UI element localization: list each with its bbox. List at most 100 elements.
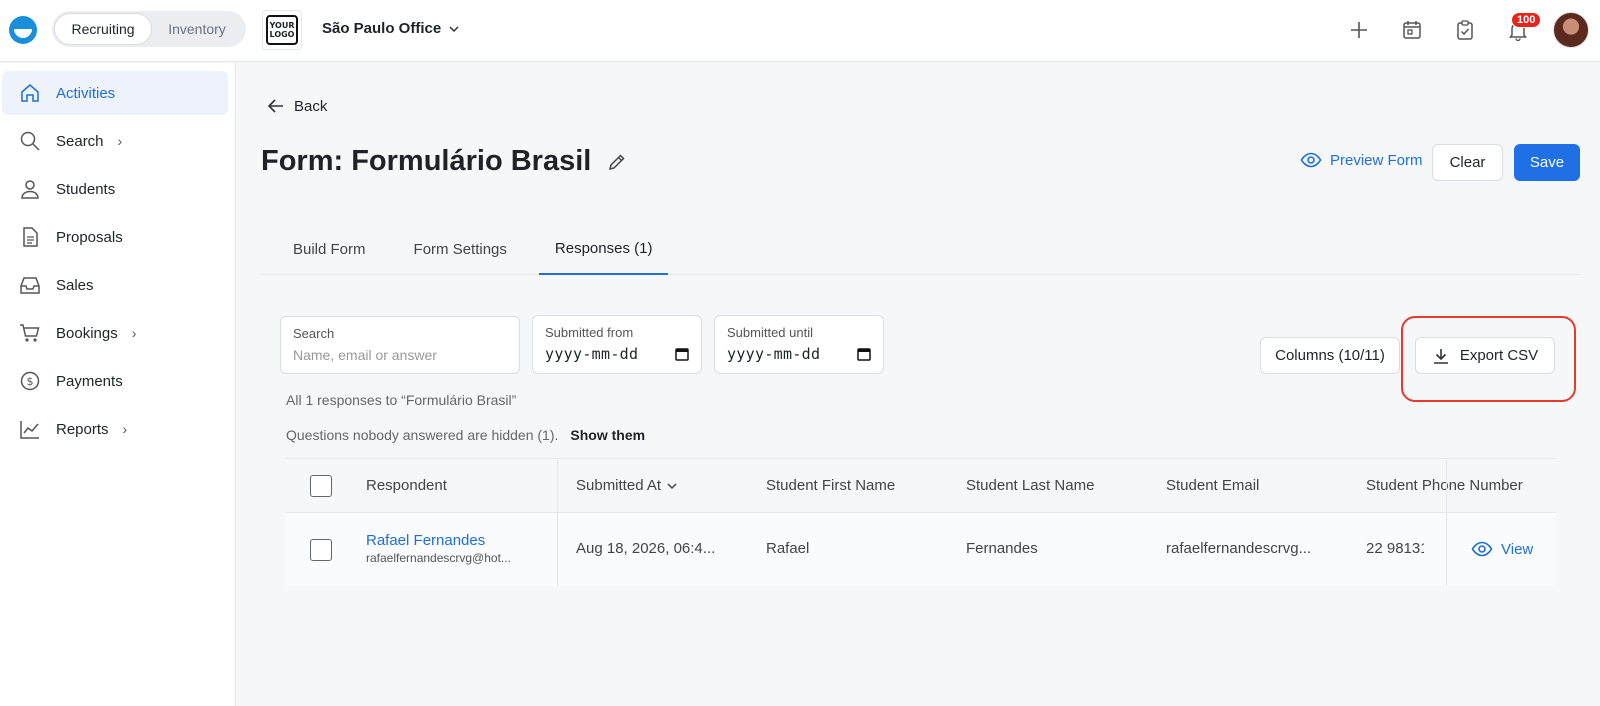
sidebar-item-label: Students bbox=[56, 180, 116, 198]
office-selector[interactable]: São Paulo Office bbox=[322, 20, 461, 37]
column-header-first-name[interactable]: Student First Name bbox=[766, 477, 895, 494]
module-switcher: Recruiting Inventory bbox=[52, 11, 246, 47]
clipboard-check-icon[interactable] bbox=[1454, 19, 1476, 41]
sidebar-item-label: Payments bbox=[56, 372, 123, 390]
pencil-icon[interactable] bbox=[607, 152, 627, 172]
save-button[interactable]: Save bbox=[1514, 144, 1580, 181]
table-row: Rafael Fernandes rafaelfernandescrvg@hot… bbox=[286, 513, 1556, 586]
view-label: View bbox=[1501, 540, 1534, 558]
column-header-respondent[interactable]: Respondent bbox=[366, 477, 447, 494]
submitted-until-value: yyyy-mm-dd bbox=[727, 345, 821, 363]
chevron-down-icon bbox=[449, 25, 459, 32]
columns-button[interactable]: Columns (10/11) bbox=[1260, 337, 1400, 374]
chevron-right-icon: › bbox=[131, 325, 137, 341]
search-input[interactable]: Name, email or answer bbox=[293, 347, 507, 363]
tab-responses[interactable]: Responses (1) bbox=[538, 223, 669, 275]
submitted-until-field[interactable]: Submitted until yyyy-mm-dd bbox=[714, 315, 884, 374]
tab-build-form[interactable]: Build Form bbox=[261, 223, 398, 275]
search-field[interactable]: Search Name, email or answer bbox=[280, 316, 520, 374]
back-label: Back bbox=[294, 97, 328, 115]
eye-icon bbox=[1471, 541, 1493, 557]
office-name: São Paulo Office bbox=[322, 20, 442, 37]
hidden-questions-text: Questions nobody answered are hidden (1)… bbox=[286, 427, 559, 443]
plus-icon[interactable] bbox=[1348, 19, 1370, 41]
main-content: Back Form: Formulário Brasil Preview For… bbox=[237, 63, 1600, 706]
column-header-last-name[interactable]: Student Last Name bbox=[966, 477, 1094, 494]
sidebar-item-label: Search bbox=[56, 132, 104, 150]
chevron-right-icon: › bbox=[122, 421, 128, 437]
row-checkbox[interactable] bbox=[310, 539, 332, 561]
submitted-from-input[interactable]: yyyy-mm-dd bbox=[545, 345, 689, 363]
clear-button[interactable]: Clear bbox=[1432, 144, 1503, 181]
chevron-right-icon: › bbox=[117, 133, 123, 149]
respondent-email: rafaelfernandescrvg@hot... bbox=[366, 551, 511, 565]
responses-table: Respondent Submitted At Student First Na… bbox=[286, 458, 1556, 586]
first-name-value: Rafael bbox=[766, 540, 810, 557]
search-icon bbox=[18, 129, 42, 153]
notification-badge: 100 bbox=[1511, 12, 1542, 28]
home-icon bbox=[18, 81, 42, 105]
respondent-name-link[interactable]: Rafael Fernandes bbox=[366, 532, 485, 549]
sidebar-item-payments[interactable]: $ Payments bbox=[2, 359, 228, 403]
top-bar: Recruiting Inventory YOUR LOGO São Paulo… bbox=[0, 0, 1600, 62]
calendar-icon[interactable] bbox=[1401, 19, 1423, 41]
company-logo: YOUR LOGO bbox=[262, 10, 302, 50]
column-header-submitted-at[interactable]: Submitted At bbox=[576, 477, 679, 494]
column-divider bbox=[557, 458, 558, 586]
tab-form-settings[interactable]: Form Settings bbox=[398, 223, 523, 275]
submitted-from-field[interactable]: Submitted from yyyy-mm-dd bbox=[532, 315, 702, 374]
sidebar-item-search[interactable]: Search › bbox=[2, 119, 228, 163]
sidebar-item-proposals[interactable]: Proposals bbox=[2, 215, 228, 259]
document-icon bbox=[18, 225, 42, 249]
sidebar-item-reports[interactable]: Reports › bbox=[2, 407, 228, 451]
page-title: Form: Formulário Brasil bbox=[261, 145, 592, 177]
show-them-link[interactable]: Show them bbox=[570, 427, 645, 443]
page-title-row: Form: Formulário Brasil bbox=[261, 145, 627, 178]
column-header-label: Submitted At bbox=[576, 477, 662, 494]
column-header-email[interactable]: Student Email bbox=[1166, 477, 1259, 494]
arrow-left-icon bbox=[267, 99, 283, 113]
submitted-until-label: Submitted until bbox=[727, 325, 813, 340]
submitted-until-input[interactable]: yyyy-mm-dd bbox=[727, 345, 871, 363]
view-response-link[interactable]: View bbox=[1471, 538, 1533, 560]
hidden-questions-note: Questions nobody answered are hidden (1)… bbox=[286, 427, 645, 443]
sidebar-item-label: Activities bbox=[56, 84, 116, 102]
email-value: rafaelfernandescrvg... bbox=[1166, 540, 1312, 557]
sidebar-item-label: Bookings bbox=[56, 324, 118, 342]
company-logo-text: YOUR LOGO bbox=[266, 15, 298, 45]
preview-form-label: Preview Form bbox=[1330, 151, 1423, 169]
search-label: Search bbox=[293, 326, 335, 341]
calendar-icon[interactable] bbox=[675, 347, 689, 361]
sidebar-item-bookings[interactable]: Bookings › bbox=[2, 311, 228, 355]
sidebar-item-label: Reports bbox=[56, 420, 109, 438]
brand-logo[interactable] bbox=[9, 16, 37, 44]
sidebar-item-sales[interactable]: Sales bbox=[2, 263, 228, 307]
sidebar-item-students[interactable]: Students bbox=[2, 167, 228, 211]
highlight-annotation bbox=[1401, 316, 1576, 402]
sidebar: Activities Search › Students Proposals S… bbox=[0, 63, 236, 706]
svg-text:$: $ bbox=[27, 375, 34, 388]
calendar-icon[interactable] bbox=[857, 347, 871, 361]
segment-inventory[interactable]: Inventory bbox=[152, 13, 242, 45]
eye-icon bbox=[1300, 152, 1322, 168]
cart-icon bbox=[18, 321, 42, 345]
select-all-checkbox[interactable] bbox=[310, 475, 332, 497]
actions-column bbox=[1446, 458, 1556, 586]
phone-value: 22 98131 bbox=[1366, 540, 1424, 557]
segment-recruiting[interactable]: Recruiting bbox=[54, 13, 152, 45]
dollar-icon: $ bbox=[18, 369, 42, 393]
table-header: Respondent Submitted At Student First Na… bbox=[286, 458, 1556, 513]
submitted-at-value: Aug 18, 2026, 06:4... bbox=[576, 540, 716, 557]
chevron-down-icon bbox=[667, 482, 677, 489]
avatar[interactable] bbox=[1553, 12, 1589, 48]
responses-summary: All 1 responses to “Formulário Brasil” bbox=[286, 392, 517, 408]
submitted-from-value: yyyy-mm-dd bbox=[545, 345, 639, 363]
sidebar-item-label: Sales bbox=[56, 276, 94, 294]
sidebar-item-activities[interactable]: Activities bbox=[2, 71, 228, 115]
form-tabs: Build Form Form Settings Responses (1) bbox=[261, 223, 1580, 275]
sidebar-item-label: Proposals bbox=[56, 228, 123, 246]
inbox-icon bbox=[18, 273, 42, 297]
preview-form-button[interactable]: Preview Form bbox=[1300, 149, 1423, 171]
back-link[interactable]: Back bbox=[266, 96, 327, 116]
last-name-value: Fernandes bbox=[966, 540, 1038, 557]
